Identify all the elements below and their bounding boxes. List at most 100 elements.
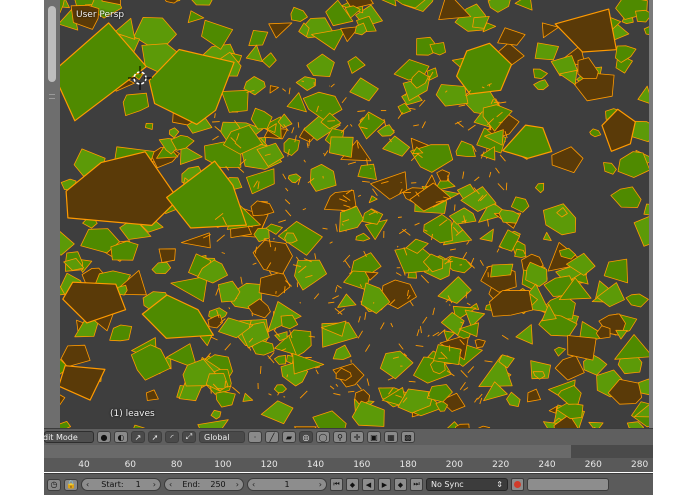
mesh-edge: [286, 188, 289, 191]
mesh-face: [535, 43, 559, 60]
mesh-edge: [480, 260, 483, 266]
snap-element-icon[interactable]: ✛: [350, 431, 364, 443]
mesh-face: [636, 10, 650, 22]
current-frame-field[interactable]: ‹ 1 ›: [247, 478, 327, 491]
mesh-edge: [336, 384, 338, 386]
mesh-edge: [399, 344, 403, 350]
mesh-edge: [422, 122, 425, 129]
mesh-face: [543, 204, 575, 235]
mesh-face: [222, 90, 249, 112]
3d-cursor-icon[interactable]: [128, 66, 152, 90]
mesh-edge: [296, 257, 299, 261]
edge-select-icon[interactable]: ╱: [265, 431, 279, 443]
limit-selection-icon[interactable]: ◎: [299, 431, 313, 443]
mesh-face: [61, 345, 90, 367]
play-reverse-icon[interactable]: ◀: [362, 478, 375, 491]
rotate-icon[interactable]: ◜: [165, 431, 179, 443]
mesh-face: [424, 214, 453, 242]
proportional-edit-icon[interactable]: ◯: [316, 431, 330, 443]
mesh-face: [324, 190, 356, 210]
mesh-edge: [423, 317, 427, 323]
mesh-face: [475, 339, 485, 347]
mesh-face: [274, 385, 286, 393]
mesh-edge: [397, 246, 398, 247]
opengl-render-icon[interactable]: ▦: [384, 431, 398, 443]
manipulator-toggle-icon[interactable]: ↗: [131, 431, 145, 443]
mesh-face: [533, 69, 547, 79]
mesh-face: [187, 0, 217, 5]
mesh-edge: [421, 275, 429, 283]
increment-arrow-icon[interactable]: ›: [319, 480, 322, 489]
left-scrollbar[interactable]: [44, 0, 61, 430]
mesh-canvas[interactable]: [60, 0, 649, 430]
pivot-point-icon[interactable]: ◐: [114, 431, 128, 443]
mesh-edge: [342, 97, 346, 103]
mesh-edge: [211, 337, 218, 340]
scroll-thumb[interactable]: [48, 6, 56, 82]
mesh-face: [169, 128, 179, 138]
mesh-edge: [474, 177, 479, 181]
mesh-edge: [217, 235, 225, 242]
mesh-edge: [420, 326, 421, 333]
editor-type-icon[interactable]: ◷: [47, 479, 61, 491]
decrement-arrow-icon[interactable]: ‹: [252, 480, 255, 489]
mesh-face: [270, 86, 279, 94]
mesh-edge: [212, 136, 218, 140]
snap-target-icon[interactable]: ▣: [367, 431, 381, 443]
jump-end-icon[interactable]: ⏭: [410, 478, 423, 491]
mesh-edge: [498, 183, 504, 190]
timeline-out-of-range: [571, 445, 653, 458]
mesh-edge: [506, 183, 507, 191]
next-keyframe-icon[interactable]: ◆: [394, 478, 407, 491]
viewport-shading-icon[interactable]: ●: [97, 431, 111, 443]
mesh-edge: [365, 312, 366, 320]
scale-icon[interactable]: ⤢: [182, 431, 196, 443]
timeline[interactable]: 406080100120140160180200220240260280: [44, 445, 653, 472]
translate-icon[interactable]: ➚: [148, 431, 162, 443]
mesh-edge: [241, 277, 242, 285]
mesh-edge: [283, 174, 286, 179]
mesh-face: [259, 272, 290, 297]
mesh-face: [626, 294, 648, 307]
face-select-icon[interactable]: ▰: [282, 431, 296, 443]
mesh-face: [159, 249, 175, 263]
play-icon[interactable]: ▶: [378, 478, 391, 491]
mesh-edge: [460, 382, 465, 390]
mesh-face: [262, 53, 276, 68]
mesh-edge: [332, 296, 338, 299]
timeline-keyframe-strip[interactable]: [44, 445, 653, 458]
keying-set-field[interactable]: [527, 478, 609, 491]
jump-start-icon[interactable]: ⏮: [330, 478, 343, 491]
mesh-face: [333, 345, 351, 359]
mesh-edge: [468, 125, 476, 130]
mesh-face: [293, 354, 324, 375]
vertex-select-icon[interactable]: ·: [248, 431, 262, 443]
start-frame-field[interactable]: ‹ Start: 1 ›: [81, 478, 161, 491]
decrement-arrow-icon[interactable]: ‹: [86, 480, 89, 489]
mesh-edge: [285, 200, 290, 205]
snap-toggle-icon[interactable]: ⚲: [333, 431, 347, 443]
mesh-face: [578, 58, 598, 79]
mesh-edge: [489, 172, 490, 177]
orientation-select[interactable]: Global: [199, 431, 245, 443]
mode-select[interactable]: dit Mode: [44, 431, 94, 443]
record-icon[interactable]: [511, 478, 524, 491]
opengl-render-anim-icon[interactable]: ▩: [401, 431, 415, 443]
mesh-edge: [497, 249, 499, 253]
decrement-arrow-icon[interactable]: ‹: [169, 480, 172, 489]
increment-arrow-icon[interactable]: ›: [236, 480, 239, 489]
lock-icon[interactable]: 🔒: [64, 479, 78, 491]
mesh-edge: [304, 160, 306, 162]
increment-arrow-icon[interactable]: ›: [153, 480, 156, 489]
right-scrollbar[interactable]: [649, 0, 653, 430]
3d-viewport[interactable]: User Persp (1) leaves: [60, 0, 649, 430]
mesh-face: [618, 152, 649, 178]
end-frame-field[interactable]: ‹ End: 250 ›: [164, 478, 244, 491]
mesh-face: [638, 86, 649, 104]
sync-mode-select[interactable]: No Sync ⇕: [426, 478, 508, 491]
mesh-edge: [485, 361, 493, 362]
dropdown-arrow-icon: ⇕: [496, 480, 503, 489]
prev-keyframe-icon[interactable]: ◆: [346, 478, 359, 491]
mesh-face: [274, 355, 285, 364]
mesh-face: [167, 161, 247, 228]
